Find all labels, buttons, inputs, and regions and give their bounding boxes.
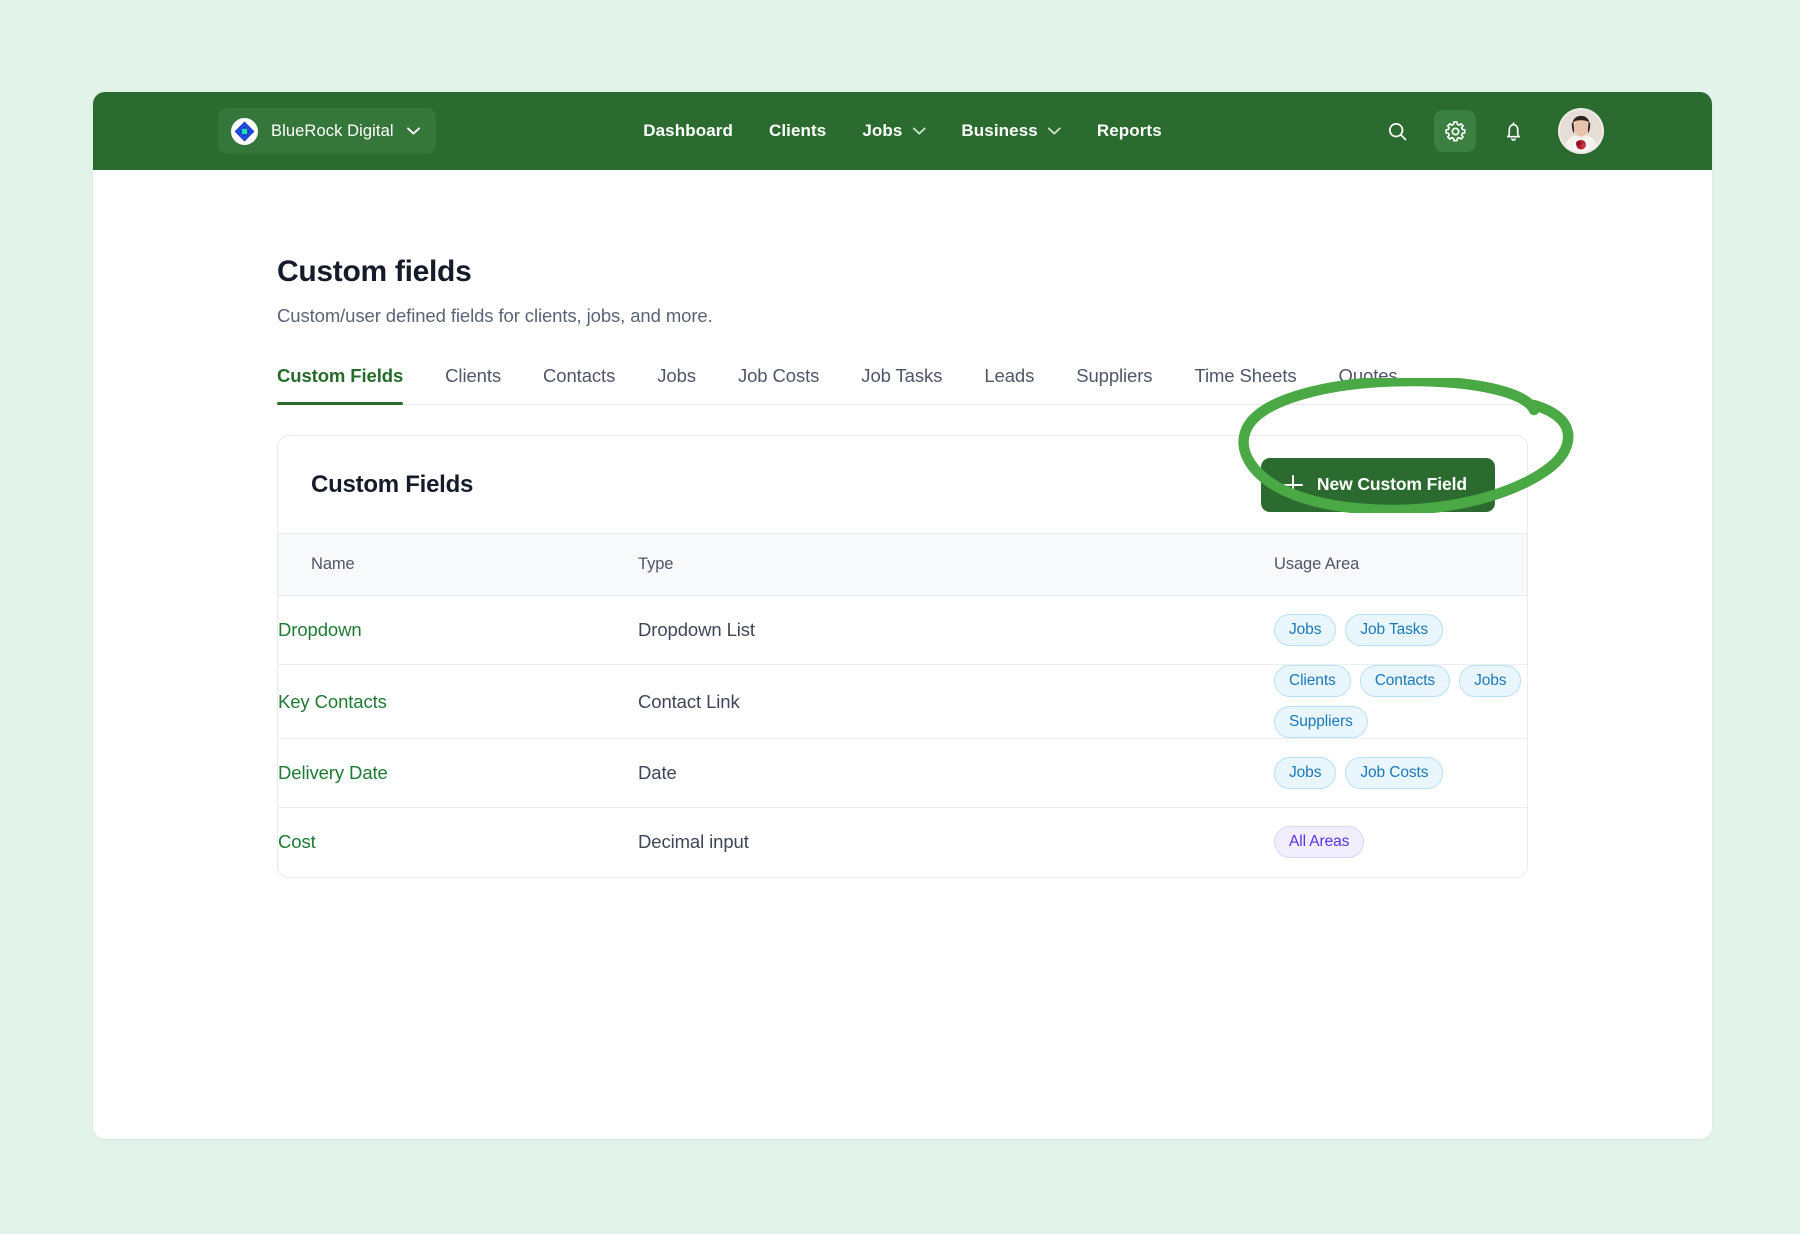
badge-group: Jobs Job Tasks — [1274, 614, 1527, 646]
bell-icon[interactable] — [1492, 110, 1534, 152]
card-header: Custom Fields New Custom Field — [278, 378, 1574, 533]
new-custom-field-button[interactable]: New Custom Field — [1260, 457, 1495, 512]
tab-time-sheets[interactable]: Time Sheets — [1173, 365, 1317, 404]
tab-label: Jobs — [657, 365, 696, 386]
field-usage-areas: Jobs Job Tasks — [1274, 595, 1527, 665]
search-icon[interactable] — [1376, 110, 1418, 152]
field-name-link[interactable]: Cost — [278, 808, 638, 877]
field-type: Date — [638, 738, 1274, 808]
main-nav: Dashboard Clients Jobs Business Reports — [643, 121, 1162, 141]
tab-quotes[interactable]: Quotes — [1318, 365, 1419, 404]
field-name-link[interactable]: Dropdown — [278, 595, 638, 665]
usage-badge[interactable]: Suppliers — [1274, 706, 1368, 738]
usage-badge[interactable]: Clients — [1274, 665, 1351, 697]
new-custom-field-label: New Custom Field — [1316, 474, 1467, 494]
tab-label: Job Costs — [737, 365, 820, 386]
table-header: Name Type Usage Area — [278, 533, 1527, 596]
chevron-down-icon — [912, 127, 926, 135]
usage-badge[interactable]: Jobs — [1459, 665, 1522, 697]
page-title: Custom fields — [277, 255, 472, 288]
column-header-usage: Usage Area — [1274, 533, 1527, 596]
avatar[interactable] — [1558, 108, 1604, 154]
nav-item-reports[interactable]: Reports — [1097, 121, 1162, 141]
table-header-row: Name Type Usage Area — [278, 533, 1527, 596]
org-name: BlueRock Digital — [271, 121, 394, 140]
tab-contacts[interactable]: Contacts — [522, 365, 636, 404]
tab-label: Custom Fields — [277, 365, 404, 386]
tab-clients[interactable]: Clients — [424, 365, 522, 404]
field-name-link[interactable]: Key Contacts — [278, 664, 638, 739]
badge-group: Jobs Job Costs — [1274, 757, 1527, 789]
tab-suppliers[interactable]: Suppliers — [1055, 365, 1173, 404]
badge-group: Clients Contacts Jobs Suppliers — [1274, 665, 1527, 738]
badge-group: All Areas — [1274, 826, 1527, 859]
field-usage-areas: All Areas — [1274, 808, 1527, 877]
usage-badge[interactable]: Jobs — [1274, 757, 1337, 789]
nav-label: Jobs — [862, 121, 903, 140]
tab-leads[interactable]: Leads — [963, 365, 1055, 404]
tab-label: Clients — [445, 365, 502, 386]
plus-icon — [1282, 474, 1303, 495]
tab-label: Contacts — [543, 365, 616, 386]
nav-item-jobs[interactable]: Jobs — [862, 121, 926, 141]
chevron-down-icon — [1047, 127, 1061, 135]
field-type: Decimal input — [638, 831, 749, 853]
column-header-type: Type — [638, 533, 1274, 596]
table-row[interactable]: Dropdown Dropdown List Jobs Job Tasks — [278, 595, 1527, 665]
tab-label: Leads — [984, 365, 1035, 386]
page-subtitle: Custom/user defined fields for clients, … — [277, 305, 713, 326]
chevron-down-icon[interactable] — [406, 127, 420, 135]
tab-label: Suppliers — [1076, 365, 1153, 386]
nav-item-business[interactable]: Business — [961, 121, 1061, 141]
app-window: BlueRock Digital Dashboard Clients Jobs — [93, 92, 1712, 1139]
field-usage-areas: Clients Contacts Jobs Suppliers — [1274, 664, 1527, 739]
tab-jobs[interactable]: Jobs — [636, 365, 717, 404]
nav-item-dashboard[interactable]: Dashboard — [643, 121, 733, 141]
nav-item-clients[interactable]: Clients — [769, 121, 826, 141]
tab-bar: Custom Fields Clients Contacts Jobs Job … — [277, 365, 1528, 405]
tab-custom-fields[interactable]: Custom Fields — [277, 365, 424, 405]
tab-label: Time Sheets — [1194, 365, 1297, 386]
field-usage-areas: Jobs Job Costs — [1274, 738, 1527, 808]
table-row[interactable]: Delivery Date Date Jobs Job Costs — [278, 738, 1527, 808]
usage-badge[interactable]: Contacts — [1359, 665, 1451, 697]
nav-label: Clients — [768, 121, 827, 140]
column-header-name: Name — [278, 533, 638, 596]
nav-label: Business — [961, 121, 1038, 140]
gear-icon[interactable] — [1434, 110, 1476, 152]
tab-job-costs[interactable]: Job Costs — [717, 365, 840, 404]
custom-fields-card: Custom Fields New Custom Field Name Type — [277, 378, 1574, 878]
usage-badge[interactable]: Jobs — [1274, 614, 1337, 646]
org-switcher[interactable]: BlueRock Digital — [218, 108, 436, 154]
field-name-link[interactable]: Delivery Date — [278, 738, 638, 808]
table-row[interactable]: Cost Decimal input All Areas — [278, 808, 1527, 877]
tab-job-tasks[interactable]: Job Tasks — [840, 365, 963, 404]
nav-label: Reports — [1096, 121, 1162, 140]
usage-badge[interactable]: Job Tasks — [1345, 614, 1444, 646]
tab-label: Job Tasks — [861, 365, 943, 386]
table-row[interactable]: Key Contacts Contact Link Clients Contac… — [278, 664, 1527, 739]
table-body: Dropdown Dropdown List Jobs Job Tasks Ke… — [278, 595, 1527, 877]
custom-fields-table: Name Type Usage Area Dropdown Dropdown L… — [278, 533, 1527, 877]
top-navigation-bar: BlueRock Digital Dashboard Clients Jobs — [93, 92, 1712, 170]
usage-badge[interactable]: All Areas — [1274, 826, 1365, 859]
field-type: Dropdown List — [638, 595, 1274, 665]
bluerock-logo-icon — [231, 117, 258, 145]
usage-badge[interactable]: Job Costs — [1345, 757, 1444, 789]
card-title: Custom Fields — [311, 470, 474, 498]
page-content: Custom fields Custom/user defined fields… — [93, 170, 1712, 878]
nav-label: Dashboard — [643, 121, 733, 140]
page-background: BlueRock Digital Dashboard Clients Jobs — [0, 0, 1800, 1234]
tab-label: Quotes — [1338, 365, 1398, 386]
field-type: Contact Link — [638, 664, 1274, 739]
topbar-actions — [1376, 108, 1604, 154]
